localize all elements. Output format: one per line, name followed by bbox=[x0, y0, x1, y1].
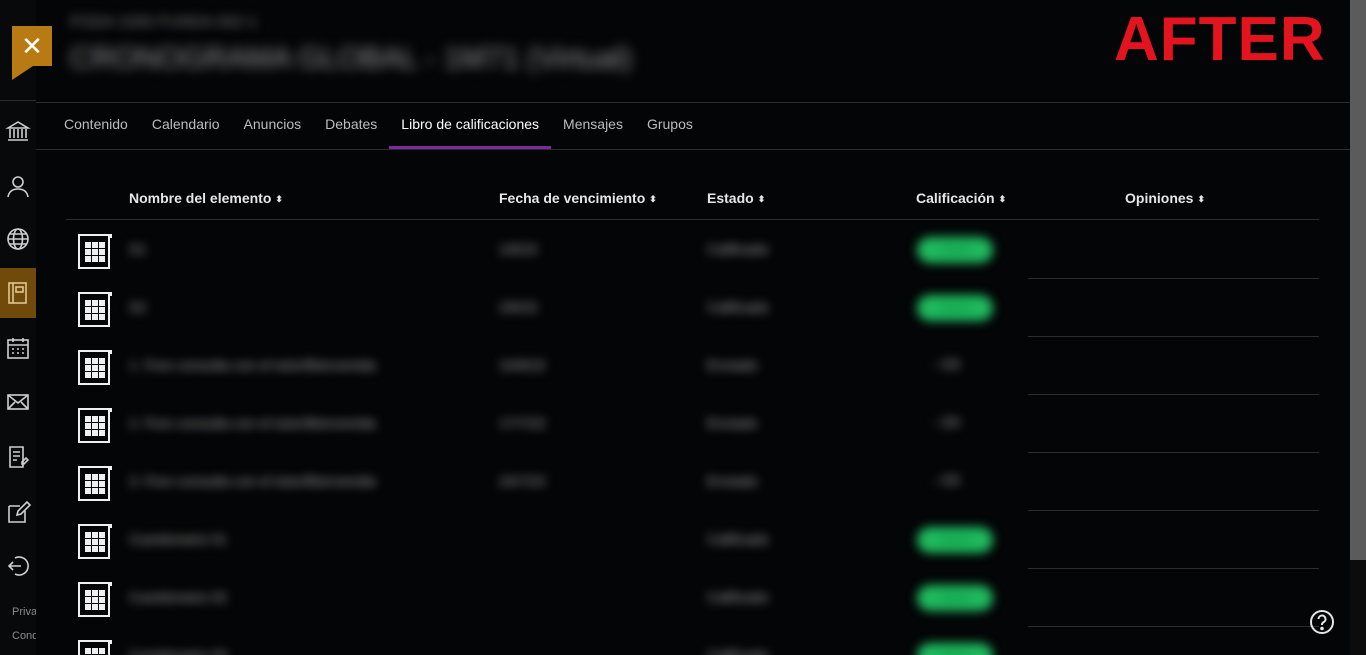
profile-icon[interactable] bbox=[0, 161, 36, 211]
table-row[interactable]: Cuestionario 02 Calificado 20/20 bbox=[66, 569, 1319, 627]
gradebook-item-icon bbox=[76, 289, 114, 329]
page-scrollbar-thumb[interactable] bbox=[1350, 0, 1366, 560]
item-status: Calificado bbox=[707, 531, 769, 547]
item-name[interactable]: S1 bbox=[129, 241, 146, 257]
calendar-icon[interactable] bbox=[0, 323, 36, 373]
table-row[interactable]: 2. Foro consulta con el tutor/Bienvenida… bbox=[66, 395, 1319, 453]
item-status: Calificado bbox=[707, 647, 769, 655]
item-grade[interactable]: - /20 bbox=[932, 414, 960, 430]
item-name[interactable]: 3. Foro consulta con el tutor/Bienvenida bbox=[129, 473, 376, 489]
column-header-feedback[interactable]: Opiniones ⬍ bbox=[1125, 190, 1205, 206]
column-header-grade[interactable]: Calificación ⬍ bbox=[916, 190, 1006, 206]
gradebook-item-icon bbox=[76, 347, 114, 387]
table-row[interactable]: 3. Foro consulta con el tutor/Bienvenida… bbox=[66, 453, 1319, 511]
item-name[interactable]: 2. Foro consulta con el tutor/Bienvenida bbox=[129, 415, 376, 431]
item-due-date: 10/6/22 bbox=[499, 357, 546, 373]
table-row[interactable]: 1. Foro consulta con el tutor/Bienvenida… bbox=[66, 337, 1319, 395]
item-status: Calificado bbox=[707, 241, 769, 257]
close-button-flag bbox=[12, 64, 36, 80]
gradebook-item-icon bbox=[76, 579, 114, 619]
table-row[interactable]: S2 2/6/22 Calificado 20/20 bbox=[66, 279, 1319, 337]
sort-icon: ⬍ bbox=[998, 194, 1007, 204]
column-header-status[interactable]: Estado ⬍ bbox=[707, 190, 765, 206]
help-icon[interactable] bbox=[1308, 608, 1336, 636]
item-name[interactable]: Cuestionario 01 bbox=[129, 531, 227, 547]
course-title: CRONOGRAMA GLOBAL - 1M71 (Virtual) bbox=[70, 42, 632, 75]
course-tabs: Contenido Calendario Anuncios Debates Li… bbox=[52, 106, 705, 149]
table-row[interactable]: Cuestionario 01 Calificado 20/20 bbox=[66, 511, 1319, 569]
conditions-link[interactable]: Conditions bbox=[12, 630, 36, 642]
grades-icon[interactable] bbox=[0, 432, 36, 482]
item-grade[interactable]: - /20 bbox=[932, 472, 960, 488]
gradebook-table-header: Nombre del elemento ⬍ Fecha de vencimient… bbox=[66, 180, 1319, 220]
header-divider bbox=[36, 102, 1350, 103]
tab-anuncios[interactable]: Anuncios bbox=[232, 106, 314, 149]
item-status: Calificado bbox=[707, 299, 769, 315]
sort-icon: ⬍ bbox=[649, 194, 657, 204]
column-header-due-date[interactable]: Fecha de vencimiento ⬍ bbox=[499, 190, 657, 206]
table-row[interactable]: S1 1/6/22 Calificado 20/20 bbox=[66, 221, 1319, 279]
item-grade[interactable]: 20/20 bbox=[917, 643, 993, 655]
institution-icon[interactable] bbox=[0, 106, 36, 156]
item-name[interactable]: S2 bbox=[129, 299, 146, 315]
item-status: Enviado bbox=[707, 357, 758, 373]
tab-grupos[interactable]: Grupos bbox=[635, 106, 705, 149]
item-name[interactable]: Cuestionario 03 bbox=[129, 647, 227, 655]
item-name[interactable]: 1. Foro consulta con el tutor/Bienvenida bbox=[129, 357, 376, 373]
globe-icon[interactable] bbox=[0, 214, 36, 264]
course-code: FODA 1000 FUNDA 002-1 bbox=[70, 14, 258, 31]
gradebook-item-icon bbox=[76, 637, 114, 655]
rail-divider bbox=[0, 100, 36, 101]
tab-contenido[interactable]: Contenido bbox=[52, 106, 140, 149]
courses-icon[interactable] bbox=[0, 268, 36, 318]
table-row[interactable]: Cuestionario 03 Calificado 20/20 bbox=[66, 627, 1319, 655]
item-grade[interactable]: 20/20 bbox=[917, 237, 993, 263]
item-status: Calificado bbox=[707, 589, 769, 605]
close-course-button[interactable]: ✕ bbox=[12, 26, 52, 66]
gradebook-item-icon bbox=[76, 463, 114, 503]
column-header-name[interactable]: Nombre del elemento ⬍ bbox=[129, 190, 283, 206]
sign-out-icon[interactable] bbox=[0, 541, 36, 591]
sort-icon: ⬍ bbox=[1197, 194, 1205, 204]
messages-icon[interactable] bbox=[0, 377, 36, 427]
gradebook-item-icon bbox=[76, 521, 114, 561]
item-grade[interactable]: 20/20 bbox=[917, 527, 993, 553]
gradebook-item-icon bbox=[76, 231, 114, 271]
item-due-date: 1/6/22 bbox=[499, 241, 538, 257]
item-status: Enviado bbox=[707, 473, 758, 489]
item-grade[interactable]: 20/20 bbox=[917, 295, 993, 321]
item-due-date: 2/6/22 bbox=[499, 299, 538, 315]
item-grade[interactable]: - /20 bbox=[932, 356, 960, 372]
tab-libro-de-calificaciones[interactable]: Libro de calificaciones bbox=[389, 106, 551, 149]
tab-mensajes[interactable]: Mensajes bbox=[551, 106, 635, 149]
tab-calendario[interactable]: Calendario bbox=[140, 106, 232, 149]
after-annotation-label: AFTER bbox=[1114, 5, 1326, 74]
item-due-date: 17/7/22 bbox=[499, 415, 546, 431]
item-status: Enviado bbox=[707, 415, 758, 431]
gradebook-item-icon bbox=[76, 405, 114, 445]
tab-debates[interactable]: Debates bbox=[313, 106, 389, 149]
tabs-divider bbox=[36, 149, 1350, 150]
privacy-link[interactable]: Privacy bbox=[12, 606, 36, 618]
edit-icon[interactable] bbox=[0, 487, 36, 537]
item-grade[interactable]: 20/20 bbox=[917, 585, 993, 611]
sort-icon: ⬍ bbox=[757, 194, 766, 204]
item-name[interactable]: Cuestionario 02 bbox=[129, 589, 227, 605]
sort-icon: ⬍ bbox=[275, 194, 283, 204]
item-due-date: 24/7/22 bbox=[499, 473, 546, 489]
